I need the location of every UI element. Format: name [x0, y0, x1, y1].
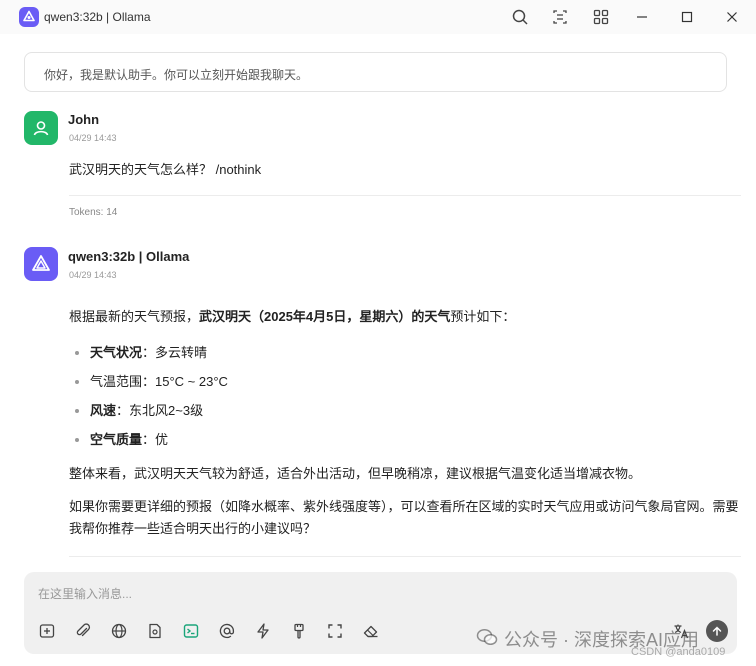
forecast-item-wind: 风速 ：东北风2~3级 — [69, 401, 741, 421]
forecast-summary: 整体来看，武汉明天天气较为舒适，适合外出活动，但早晚稍凉，建议根据气温变化适当增… — [69, 466, 642, 481]
title-bar: qwen3:32b | Ollama — [0, 0, 756, 34]
maximize-button[interactable] — [676, 6, 698, 28]
search-icon[interactable] — [509, 6, 531, 28]
user-message-text: 武汉明天的天气怎么样？ /nothink — [69, 162, 262, 177]
user-token-count: Tokens: 14 — [69, 207, 118, 218]
system-greeting: 你好，我是默认助手。你可以立刻开始跟我聊天。 — [24, 52, 727, 92]
bot-avatar — [24, 247, 58, 281]
user-name: John — [68, 112, 100, 127]
brush-icon[interactable] — [288, 620, 310, 642]
clear-icon[interactable] — [360, 620, 382, 642]
mention-icon[interactable] — [216, 620, 238, 642]
bot-timestamp: 04/29 14:43 — [69, 270, 117, 280]
forecast-followup: 如果你需要更详细的预报（如降水概率、紫外线强度等），可以查看所在区域的实时天气应… — [69, 499, 739, 536]
watermark-sub: CSDN @anda0109 — [631, 646, 726, 658]
quick-action-icon[interactable] — [252, 620, 274, 642]
topic-list-icon[interactable] — [549, 6, 571, 28]
window-title: qwen3:32b | Ollama — [44, 10, 151, 24]
web-search-icon[interactable] — [108, 620, 130, 642]
minimize-button[interactable] — [631, 6, 653, 28]
knowledge-base-icon[interactable] — [144, 620, 166, 642]
message-input[interactable] — [38, 584, 538, 604]
forecast-item-condition: 天气状况 ：多云转晴 — [69, 343, 741, 363]
forecast-intro: 根据最新的天气预报，武汉明天（2025年4月5日，星期六）的天气预计如下： — [69, 309, 516, 324]
system-greeting-text: 你好，我是默认助手。你可以立刻开始跟我聊天。 — [44, 68, 309, 82]
fullscreen-icon[interactable] — [324, 620, 346, 642]
app-logo — [19, 7, 39, 27]
forecast-item-air-quality: 空气质量 ：优 — [69, 430, 741, 450]
user-timestamp: 04/29 14:43 — [69, 133, 117, 143]
forecast-item-temperature: 气温范围 ：15°C ~ 23°C — [69, 372, 741, 392]
terminal-icon[interactable] — [180, 620, 202, 642]
send-button[interactable] — [706, 620, 728, 642]
user-avatar — [24, 111, 58, 145]
wechat-icon — [476, 628, 498, 651]
message-divider — [69, 556, 741, 557]
message-divider — [69, 195, 741, 196]
close-button[interactable] — [721, 6, 743, 28]
attachment-icon[interactable] — [72, 620, 94, 642]
bot-name: qwen3:32b | Ollama — [68, 249, 190, 264]
apps-grid-icon[interactable] — [590, 6, 612, 28]
new-topic-icon[interactable] — [36, 620, 58, 642]
bot-message-body: 根据最新的天气预报，武汉明天（2025年4月5日，星期六）的天气预计如下： 天气… — [69, 307, 741, 540]
